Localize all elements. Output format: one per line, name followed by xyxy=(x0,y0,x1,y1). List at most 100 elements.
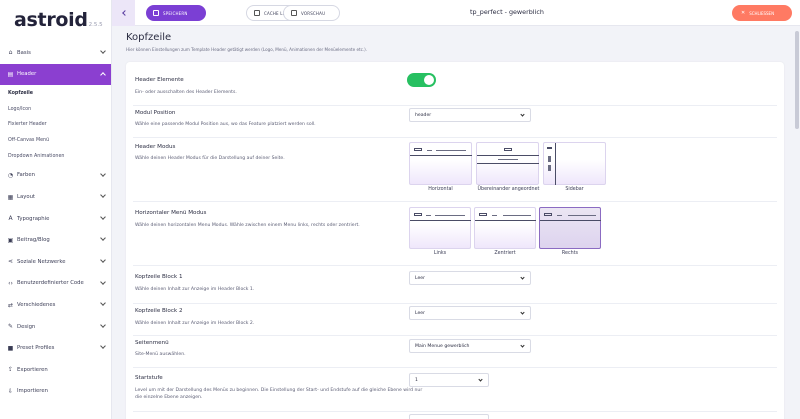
option-caption: Links xyxy=(433,251,447,256)
menu-placeholder xyxy=(436,150,466,151)
chevron-down-icon xyxy=(100,48,106,54)
logo-text: astroid xyxy=(14,9,88,31)
sidebar-item-social[interactable]: ⋖ Soziale Netzwerke xyxy=(0,251,111,273)
chevron-down-icon xyxy=(100,235,106,242)
header-mode-stacked-option[interactable] xyxy=(476,142,539,185)
divider xyxy=(555,143,556,185)
setting-label: Header Elemente xyxy=(135,77,184,83)
divider xyxy=(477,163,539,164)
setting-description: Wähle deinen horizontalen Menu Modus. Wä… xyxy=(135,223,360,228)
sidebar-item-design[interactable]: ✎ Design xyxy=(0,316,111,338)
divider xyxy=(410,220,471,221)
header-block-1-select[interactable]: Leer xyxy=(409,271,531,285)
setting-description: Ein- oder ausschalten des Header Element… xyxy=(135,90,237,95)
sidebar-subitem-kopfzeile[interactable]: Kopfzeile xyxy=(0,85,111,101)
header-elements-toggle[interactable] xyxy=(407,73,436,87)
sidebar-item-label: Farben xyxy=(17,172,35,179)
home-icon: ⌂ xyxy=(8,49,13,57)
page-description: Hier können Einstellungen zum Template H… xyxy=(126,47,368,52)
sidebar-item-label: Typographie xyxy=(17,215,50,222)
menu-placeholder xyxy=(557,215,562,216)
menu-placeholder xyxy=(503,215,531,216)
setting-description: Wähle deinen Inhalt zur Anzeige im Heade… xyxy=(135,321,255,326)
header-icon: ▤ xyxy=(7,70,14,78)
setting-description: Wähle deinen Header Modus für die Darste… xyxy=(135,156,285,161)
option-caption: Sidebar xyxy=(565,187,584,192)
top-toolbar: SPEICHERN CACHE LEEREN VORSCHAU tp_perfe… xyxy=(112,0,800,26)
close-button[interactable]: ✕ SCHLIESSEN xyxy=(732,5,792,21)
setting-label: Kopfzeile Block 1 xyxy=(135,274,183,280)
sidebar-item-basis[interactable]: ⌂ Basis xyxy=(0,42,111,64)
header-block-2-select[interactable]: Leer xyxy=(409,306,531,320)
sidebar-item-label: Verschiedenes xyxy=(17,302,56,308)
collapse-sidebar-button[interactable] xyxy=(112,0,135,26)
divider xyxy=(477,155,539,156)
chevron-down-icon xyxy=(100,213,106,220)
page-scrollbar[interactable] xyxy=(794,27,800,419)
misc-icon: ⇄ xyxy=(7,301,14,309)
sidebar-item-header[interactable]: ▤ Header xyxy=(0,63,111,86)
end-level-select[interactable] xyxy=(409,414,489,419)
header-mode-horizontal-option[interactable] xyxy=(409,142,472,185)
save-button[interactable]: SPEICHERN xyxy=(146,5,206,21)
sidebar-item-label: Benutzerdefinierter Code xyxy=(17,280,84,287)
sidebar-item-typographie[interactable]: A Typographie xyxy=(0,208,111,230)
setting-label: Horizontaler Menü Modus xyxy=(135,210,207,216)
palette-icon: ◔ xyxy=(7,171,14,179)
setting-header-block-2: Kopfzeile Block 2 Wähle deinen Inhalt zu… xyxy=(133,304,777,336)
sidebar-item-misc[interactable]: ⇄ Verschiedenes xyxy=(0,294,111,316)
sidebar-item-export[interactable]: ⇪ Exportieren xyxy=(0,359,111,381)
menu-placeholder xyxy=(427,150,432,151)
option-caption: Übereinander angeordnet xyxy=(477,187,540,192)
menu-placeholder xyxy=(426,215,431,216)
menu-placeholder xyxy=(548,156,551,162)
sidebar-subitem-fixed-header[interactable]: Fixierter Header xyxy=(0,117,111,133)
select-value: Leer xyxy=(415,275,426,281)
sidebar: astroid 2.5.5 ⌂ Basis ▤ Header Kopfzeile… xyxy=(0,0,112,419)
astroid-logo[interactable]: astroid 2.5.5 xyxy=(14,9,103,31)
toggle-knob xyxy=(424,75,434,85)
sidebar-item-label: Soziale Netzwerke xyxy=(17,258,66,265)
sidebar-item-blog[interactable]: ▣ Beitrag/Blog xyxy=(0,229,111,251)
sidebar-item-label: Beitrag/Blog xyxy=(17,237,50,244)
sidebar-item-label: Importieren xyxy=(17,388,48,395)
logo-placeholder xyxy=(414,148,422,151)
sidebar-item-custom-code[interactable]: ‹› Benutzerdefinierter Code xyxy=(0,273,111,295)
chevron-down-icon xyxy=(520,275,525,280)
sidebar-item-label: Preset Profiles xyxy=(17,345,55,352)
menu-placeholder xyxy=(492,215,497,216)
sidebar-item-label: Layout xyxy=(17,194,36,201)
sidebar-item-presets[interactable]: ■ Preset Profiles xyxy=(0,337,111,359)
sidebar-subitem-offcanvas[interactable]: Off-Canvas Menü xyxy=(0,133,111,149)
sidebar-subitem-logo[interactable]: Logo/Icon xyxy=(0,101,111,117)
start-level-select[interactable]: 1 xyxy=(409,373,489,387)
setting-module-position: Modul Position Wähle eine passende Modul… xyxy=(133,106,777,138)
preview-button[interactable]: VORSCHAU xyxy=(283,5,340,21)
external-link-icon xyxy=(291,10,297,16)
select-value: Main Menue gewerblich xyxy=(415,343,470,349)
sidebar-subitem-dropdown[interactable]: Dropdown Animationen xyxy=(0,149,111,165)
menu-mode-right-option[interactable] xyxy=(539,207,601,249)
menu-placeholder xyxy=(498,159,518,160)
setting-description: Wähle eine passende Modul Position aus, … xyxy=(135,122,316,127)
menu-mode-center-option[interactable] xyxy=(474,207,536,249)
scrollbar-thumb[interactable] xyxy=(795,31,799,129)
sidebar-item-farben[interactable]: ◔ Farben xyxy=(0,165,111,187)
divider xyxy=(410,155,472,156)
code-icon: ‹› xyxy=(8,279,13,287)
site-menu-select[interactable]: Main Menue gewerblich xyxy=(409,339,531,353)
sidebar-item-layout[interactable]: ▦ Layout xyxy=(0,186,111,208)
chevron-down-icon xyxy=(100,278,106,285)
chevron-down-icon xyxy=(100,170,106,177)
save-icon xyxy=(153,10,159,16)
module-position-select[interactable]: header xyxy=(409,108,531,122)
logo-placeholder xyxy=(547,147,552,149)
logo-placeholder xyxy=(414,213,422,216)
setting-header-elements: Header Elemente Ein- oder ausschalten de… xyxy=(133,68,777,106)
sidebar-item-import[interactable]: ⇩ Importieren xyxy=(0,381,111,403)
menu-mode-left-option[interactable] xyxy=(409,207,471,249)
export-icon: ⇪ xyxy=(7,366,14,374)
option-caption: Horizontal xyxy=(428,187,453,192)
chevron-down-icon xyxy=(100,343,106,350)
header-mode-sidebar-option[interactable] xyxy=(543,142,606,185)
